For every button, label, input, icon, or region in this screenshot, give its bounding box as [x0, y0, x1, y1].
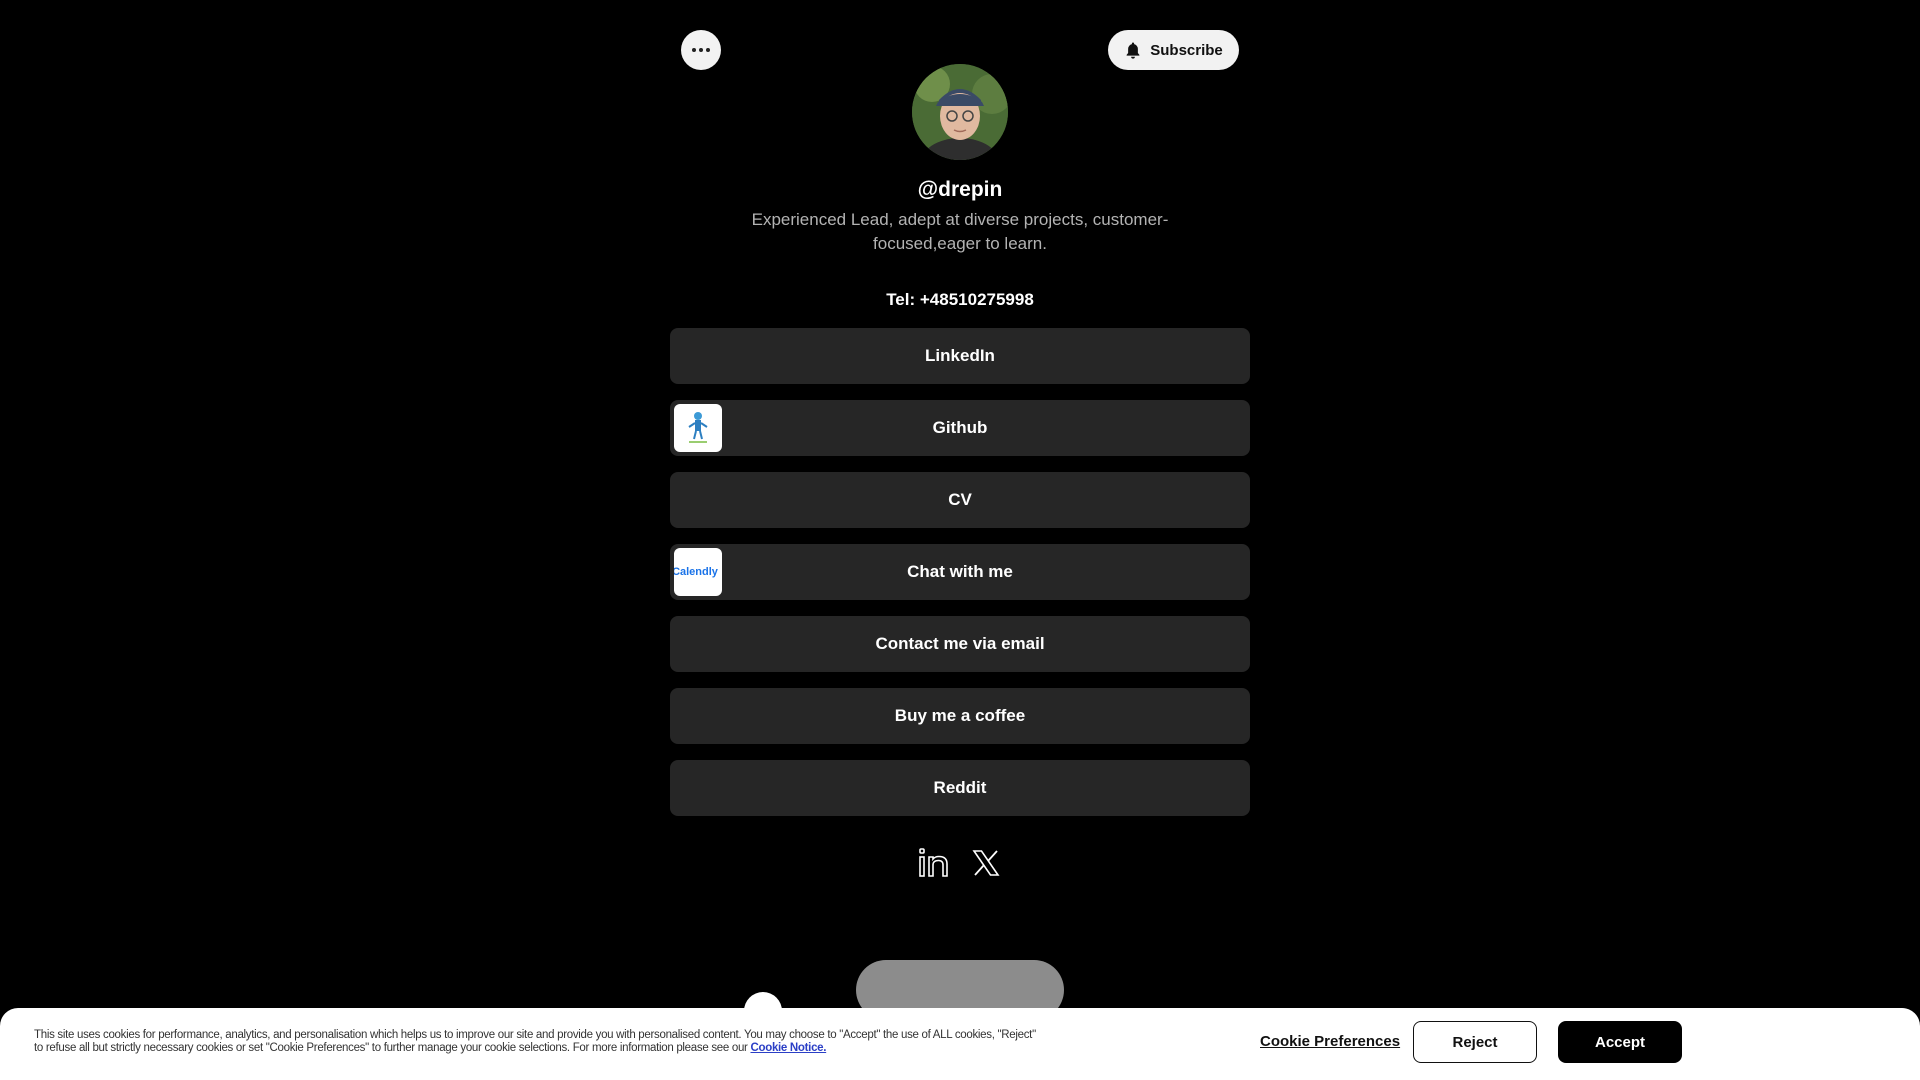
link-cv[interactable]: CV [670, 472, 1250, 528]
link-label: Reddit [933, 778, 987, 797]
link-reddit[interactable]: Reddit [670, 760, 1250, 816]
cookie-preferences-link[interactable]: Cookie Preferences [1260, 1033, 1400, 1050]
links-list: LinkedIn Github CV Calendly Chat with me… [670, 328, 1250, 832]
link-label: CV [948, 490, 972, 509]
accept-button[interactable]: Accept [1558, 1021, 1682, 1063]
link-label: Chat with me [907, 562, 1013, 581]
username: @drepin [917, 178, 1003, 201]
link-label: Github [932, 418, 988, 437]
link-github[interactable]: Github [670, 400, 1250, 456]
subscribe-button[interactable]: Subscribe [1108, 30, 1239, 70]
link-email[interactable]: Contact me via email [670, 616, 1250, 672]
calendly-logo-text: Calendly [674, 566, 718, 578]
subscribe-label: Subscribe [1150, 41, 1223, 59]
bio: Experienced Lead, adept at diverse proje… [751, 210, 1169, 253]
social-icons [0, 846, 1920, 880]
bell-icon [1126, 42, 1140, 59]
cookie-notice-link[interactable]: Cookie Notice. [750, 1042, 826, 1054]
link-label: Contact me via email [875, 634, 1045, 653]
link-label: Buy me a coffee [894, 706, 1026, 725]
profile-page: Subscribe @drepin Experienced Lead, adep… [0, 0, 1920, 1080]
reject-button[interactable]: Reject [1413, 1021, 1537, 1063]
link-label: LinkedIn [925, 346, 995, 365]
ellipsis-icon [692, 48, 710, 52]
link-chat-with-me[interactable]: Calendly Chat with me [670, 544, 1250, 600]
more-options-button[interactable] [681, 30, 721, 70]
github-figure-thumbnail [674, 404, 722, 452]
x-twitter-icon[interactable] [969, 846, 1003, 880]
phone-number: Tel: +48510275998 [886, 290, 1034, 309]
cookie-text: This site uses cookies for performance, … [34, 1029, 1044, 1055]
link-linkedin[interactable]: LinkedIn [670, 328, 1250, 384]
linkedin-icon[interactable] [917, 846, 951, 880]
cookie-description: This site uses cookies for performance, … [34, 1029, 1036, 1054]
calendly-thumbnail: Calendly [674, 548, 722, 596]
link-buy-me-a-coffee[interactable]: Buy me a coffee [670, 688, 1250, 744]
avatar [912, 64, 1008, 160]
